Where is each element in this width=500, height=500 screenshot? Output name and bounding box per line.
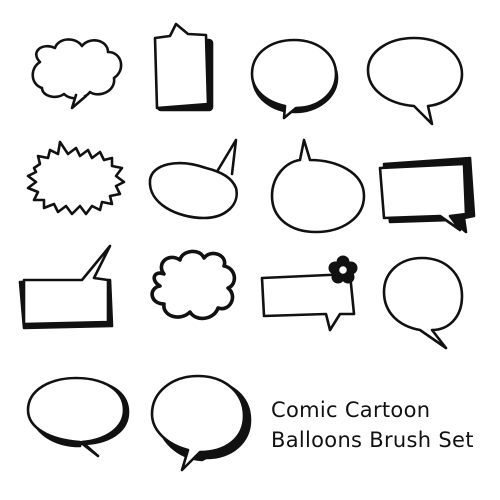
spiky-shout-balloon-icon: [26, 140, 126, 216]
round-tail-up-balloon-icon: [270, 138, 366, 234]
caption-line-2: Balloons Brush Set: [271, 428, 474, 452]
flower-rect-balloon-icon: [260, 255, 358, 332]
wide-oval-balloon-icon: [26, 376, 130, 458]
oval-balloon-icon: [250, 38, 339, 120]
flower-icon: [328, 255, 358, 284]
caption-line-1: Comic Cartoon: [271, 398, 431, 422]
tilted-oval-balloon-icon: [148, 138, 238, 220]
bold-cloud-balloon-icon: [150, 249, 237, 321]
rect-tail-up-balloon-icon: [18, 244, 114, 330]
tall-rect-balloon-icon: [153, 22, 214, 112]
3d-box-balloon-icon: [378, 156, 476, 234]
caption: Comic Cartoon Balloons Brush Set: [271, 395, 496, 455]
round-balloon-icon: [382, 256, 464, 350]
cloud-balloon-icon: [31, 38, 123, 110]
oval-tail-balloon-icon: [366, 36, 464, 126]
rounded-balloon-icon: [150, 374, 252, 472]
